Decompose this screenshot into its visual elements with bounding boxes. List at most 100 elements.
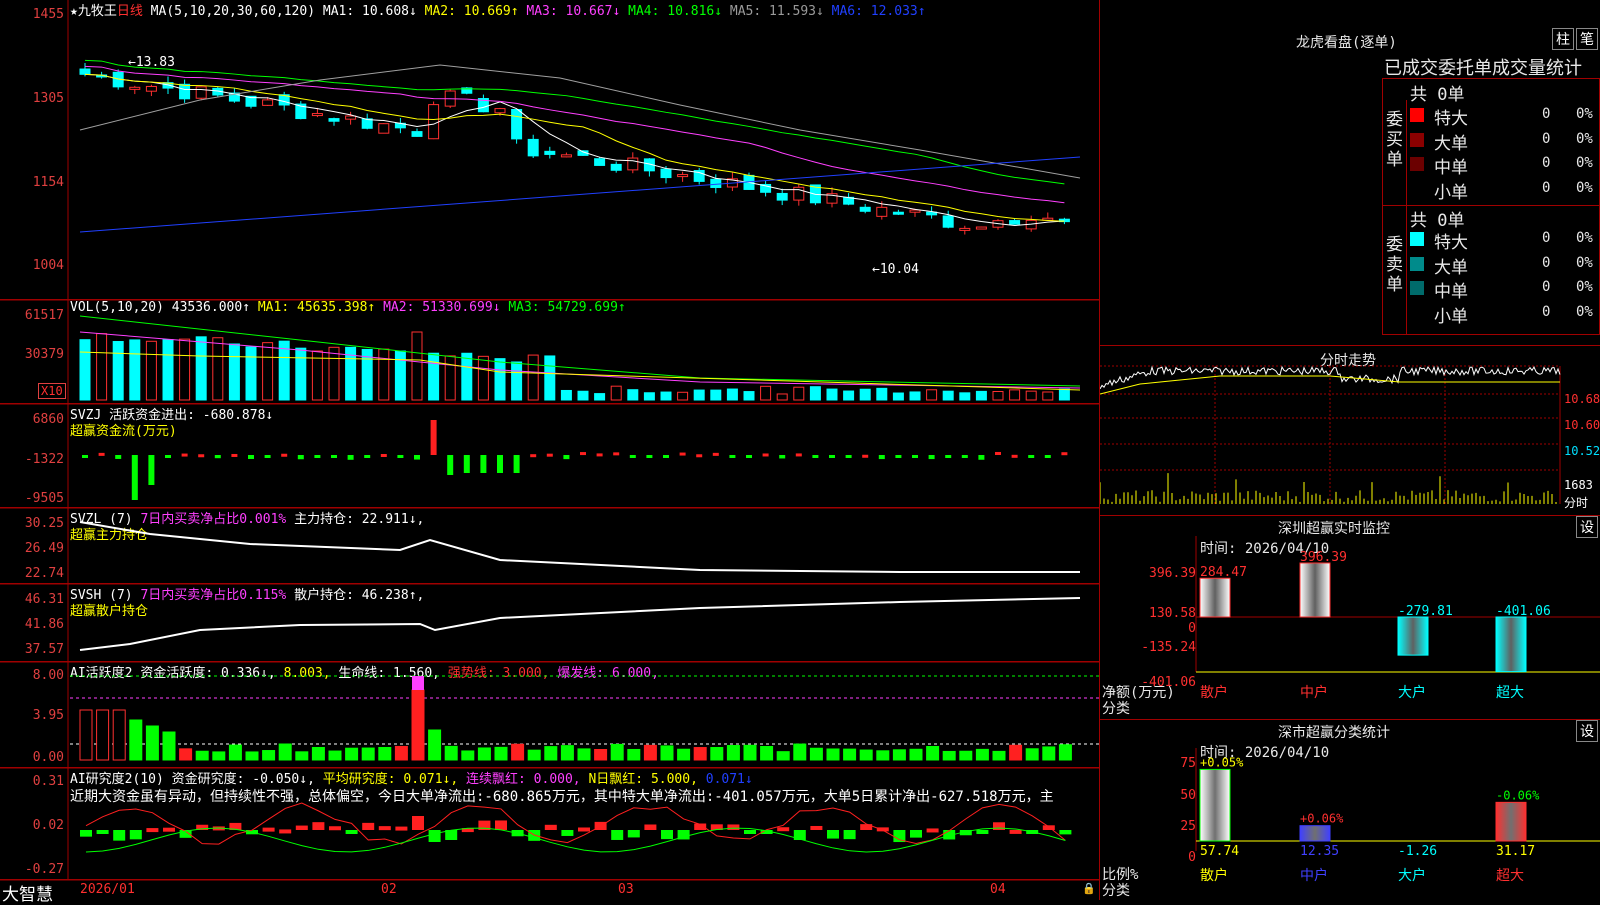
sell-row-pct: 0% — [1576, 230, 1593, 246]
activity-bar — [328, 750, 342, 761]
candle — [79, 68, 91, 75]
flow-bar — [729, 455, 736, 458]
activity-bar — [394, 745, 408, 761]
lhb-tab-strip[interactable]: 已成交委托单成交量统计 — [1384, 54, 1582, 80]
vol-bar — [162, 339, 174, 401]
buy-row-swatch — [1410, 108, 1424, 122]
candle — [710, 178, 722, 188]
vol-bar — [892, 392, 904, 401]
flow-bar — [214, 455, 221, 459]
candle — [428, 104, 440, 140]
research-bar — [495, 820, 507, 830]
flow-bar — [679, 452, 686, 456]
flow-bar — [878, 455, 885, 460]
candle — [975, 226, 987, 230]
intraday-panel[interactable]: 分时走势 10.68 10.60 10.52 1683 分时 — [1100, 345, 1600, 516]
sz-class-bar — [1199, 768, 1231, 842]
research-bar — [661, 830, 673, 840]
candle — [942, 215, 954, 228]
research-bar — [627, 830, 640, 838]
activity-bar — [1042, 746, 1056, 761]
intraday-chart — [1100, 365, 1561, 504]
flow-bar — [281, 453, 288, 457]
vol-bar — [677, 391, 689, 401]
sz-class-bar — [1299, 825, 1331, 842]
sz-monitor-category: 超大 — [1496, 685, 1524, 701]
flow-bar — [430, 420, 437, 455]
research-bar — [129, 830, 142, 840]
sell-row-count: 0 — [1542, 303, 1551, 320]
sell-row-pct: 0% — [1576, 303, 1593, 320]
research-bar — [976, 830, 989, 834]
flow-bar — [613, 452, 620, 456]
tick-mode-button[interactable]: 笔 — [1576, 28, 1598, 50]
candle — [660, 168, 672, 179]
buy-row-swatch — [1410, 132, 1424, 147]
flow-bar — [380, 454, 387, 458]
research-bar — [561, 830, 574, 836]
research-bar — [163, 827, 175, 832]
sell-row-name: 中单 — [1434, 282, 1468, 302]
candle — [776, 192, 788, 201]
lhb-title: 龙虎看盘(逐单) — [1296, 35, 1397, 51]
vol-bar — [1025, 390, 1037, 401]
research-bar — [843, 830, 856, 840]
research-bar — [926, 828, 939, 833]
flow-bar — [513, 455, 520, 473]
activity-bar — [643, 744, 657, 761]
vol-bar — [96, 333, 108, 401]
sell-orders-label: 委卖单 — [1386, 235, 1403, 295]
vol-bar — [726, 388, 738, 401]
flow-bar — [829, 455, 835, 458]
vol-bar — [693, 389, 705, 401]
candle — [527, 138, 539, 157]
research-bar — [544, 824, 557, 830]
research-bar — [428, 830, 441, 842]
sz-monitor-panel[interactable]: 深圳超赢实时监控 设 时间: 2026/04/10 396.39 130.58 … — [1100, 515, 1600, 720]
activity-bar — [527, 749, 541, 761]
vol-bar — [560, 389, 572, 401]
flow-bar — [1028, 455, 1035, 458]
candle — [361, 118, 373, 129]
vol-bar — [245, 346, 257, 401]
chart-canvas — [0, 0, 1100, 881]
sz-monitor-bar — [1299, 562, 1331, 618]
activity-bar — [560, 745, 574, 761]
candle — [610, 163, 622, 171]
flow-bar — [961, 455, 968, 458]
sz-class-category: 超大 — [1496, 868, 1524, 884]
activity-bar — [760, 746, 774, 761]
activity-bar — [693, 747, 707, 761]
flow-bar — [546, 453, 553, 457]
research-bar — [827, 830, 839, 839]
sz-class-panel[interactable]: 深市超赢分类统计 设 时间: 2026/04/10 75 50 25 0 比例%… — [1100, 719, 1600, 901]
sz-monitor-value: 396.39 — [1300, 550, 1347, 565]
research-bar — [810, 825, 823, 830]
vol-bar — [79, 339, 91, 401]
bar-mode-button[interactable]: 柱 — [1552, 28, 1574, 50]
flow-bar — [862, 454, 869, 458]
vol-bar — [859, 388, 871, 401]
vol-bar — [660, 391, 672, 401]
flow-bar — [746, 455, 752, 458]
flow-bar — [845, 455, 852, 458]
research-bar — [345, 830, 358, 834]
activity-bar — [859, 749, 873, 761]
buy-orders-label: 委买单 — [1386, 110, 1403, 170]
research-bar — [910, 830, 922, 838]
flow-bar — [629, 455, 636, 458]
vol-bar — [992, 391, 1004, 401]
research-bar — [1059, 830, 1072, 835]
activity-bar — [926, 746, 940, 761]
research-bar — [1009, 829, 1022, 834]
vol-bar — [909, 391, 921, 401]
activity-bar — [710, 747, 724, 761]
sz-class-category: 散户 — [1200, 867, 1228, 884]
flow-bar — [165, 455, 171, 459]
vol-bar — [544, 355, 556, 401]
vol-bar — [594, 393, 606, 401]
vol-bar — [809, 386, 821, 401]
candle — [544, 150, 556, 155]
candle — [909, 209, 921, 213]
vol-bar — [195, 336, 207, 401]
